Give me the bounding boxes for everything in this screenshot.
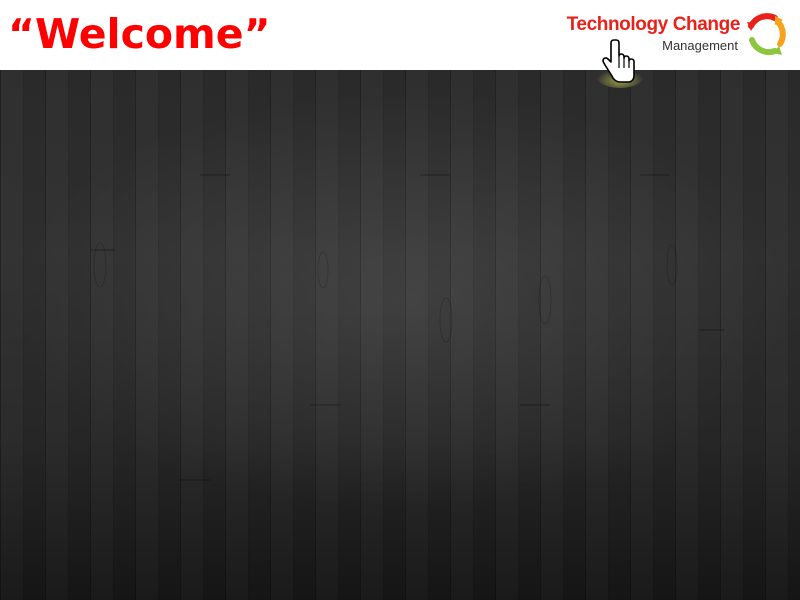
- plank-seams: [90, 174, 725, 481]
- logo-line-technology-change: Technology Change: [566, 14, 741, 35]
- logo-line-management: Management: [662, 38, 738, 53]
- header-bar: “Welcome” Technology Change Management: [0, 0, 800, 70]
- logo-circular-arrows-icon[interactable]: [742, 10, 788, 58]
- hand-pointer-icon: [596, 39, 644, 88]
- logo-arc-orange: [775, 19, 786, 47]
- slide-title: “Welcome”: [8, 10, 271, 58]
- logo-arc-green: [749, 37, 778, 56]
- presentation-slide: “Welcome” Technology Change Management: [0, 0, 800, 600]
- wood-background: [0, 70, 800, 600]
